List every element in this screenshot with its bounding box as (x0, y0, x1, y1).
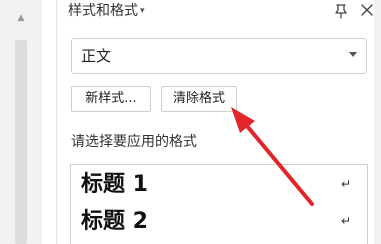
clear-format-button[interactable]: 清除格式 (161, 86, 237, 112)
close-icon[interactable] (359, 2, 375, 18)
screenshot-root: ▲ 样式和格式 ▾ 正文 新样式... 清除格式 请选择要应用的格式 标题 1 ↵… (0, 0, 381, 244)
style-list: 标题 1 ↵ 标题 2 ↵ (70, 164, 368, 244)
style-item-label: 标题 2 (81, 209, 148, 234)
dropdown-caret-icon (349, 52, 357, 57)
return-icon: ↵ (340, 177, 351, 191)
style-item-heading-2[interactable]: 标题 2 ↵ (81, 207, 361, 241)
return-icon: ↵ (340, 214, 351, 228)
current-style-value: 正文 (81, 47, 112, 65)
apply-format-label: 请选择要应用的格式 (71, 134, 197, 150)
chevron-down-icon: ▾ (140, 6, 145, 16)
style-item-heading-1[interactable]: 标题 1 ↵ (81, 170, 361, 204)
styles-and-formatting-pane: 样式和格式 ▾ 正文 新样式... 清除格式 请选择要应用的格式 标题 1 ↵ 标… (57, 0, 381, 244)
right-scrollbar-track[interactable] (374, 0, 381, 244)
pane-title[interactable]: 样式和格式 ▾ (68, 2, 145, 20)
current-style-select[interactable]: 正文 (71, 38, 367, 74)
new-style-button[interactable]: 新样式... (71, 86, 151, 112)
pane-title-text: 样式和格式 (68, 3, 138, 19)
pin-icon[interactable] (332, 2, 350, 20)
document-scrollbar[interactable] (15, 40, 27, 244)
scroll-up-arrow-icon[interactable]: ▲ (15, 12, 27, 24)
style-item-label: 标题 1 (81, 172, 148, 197)
